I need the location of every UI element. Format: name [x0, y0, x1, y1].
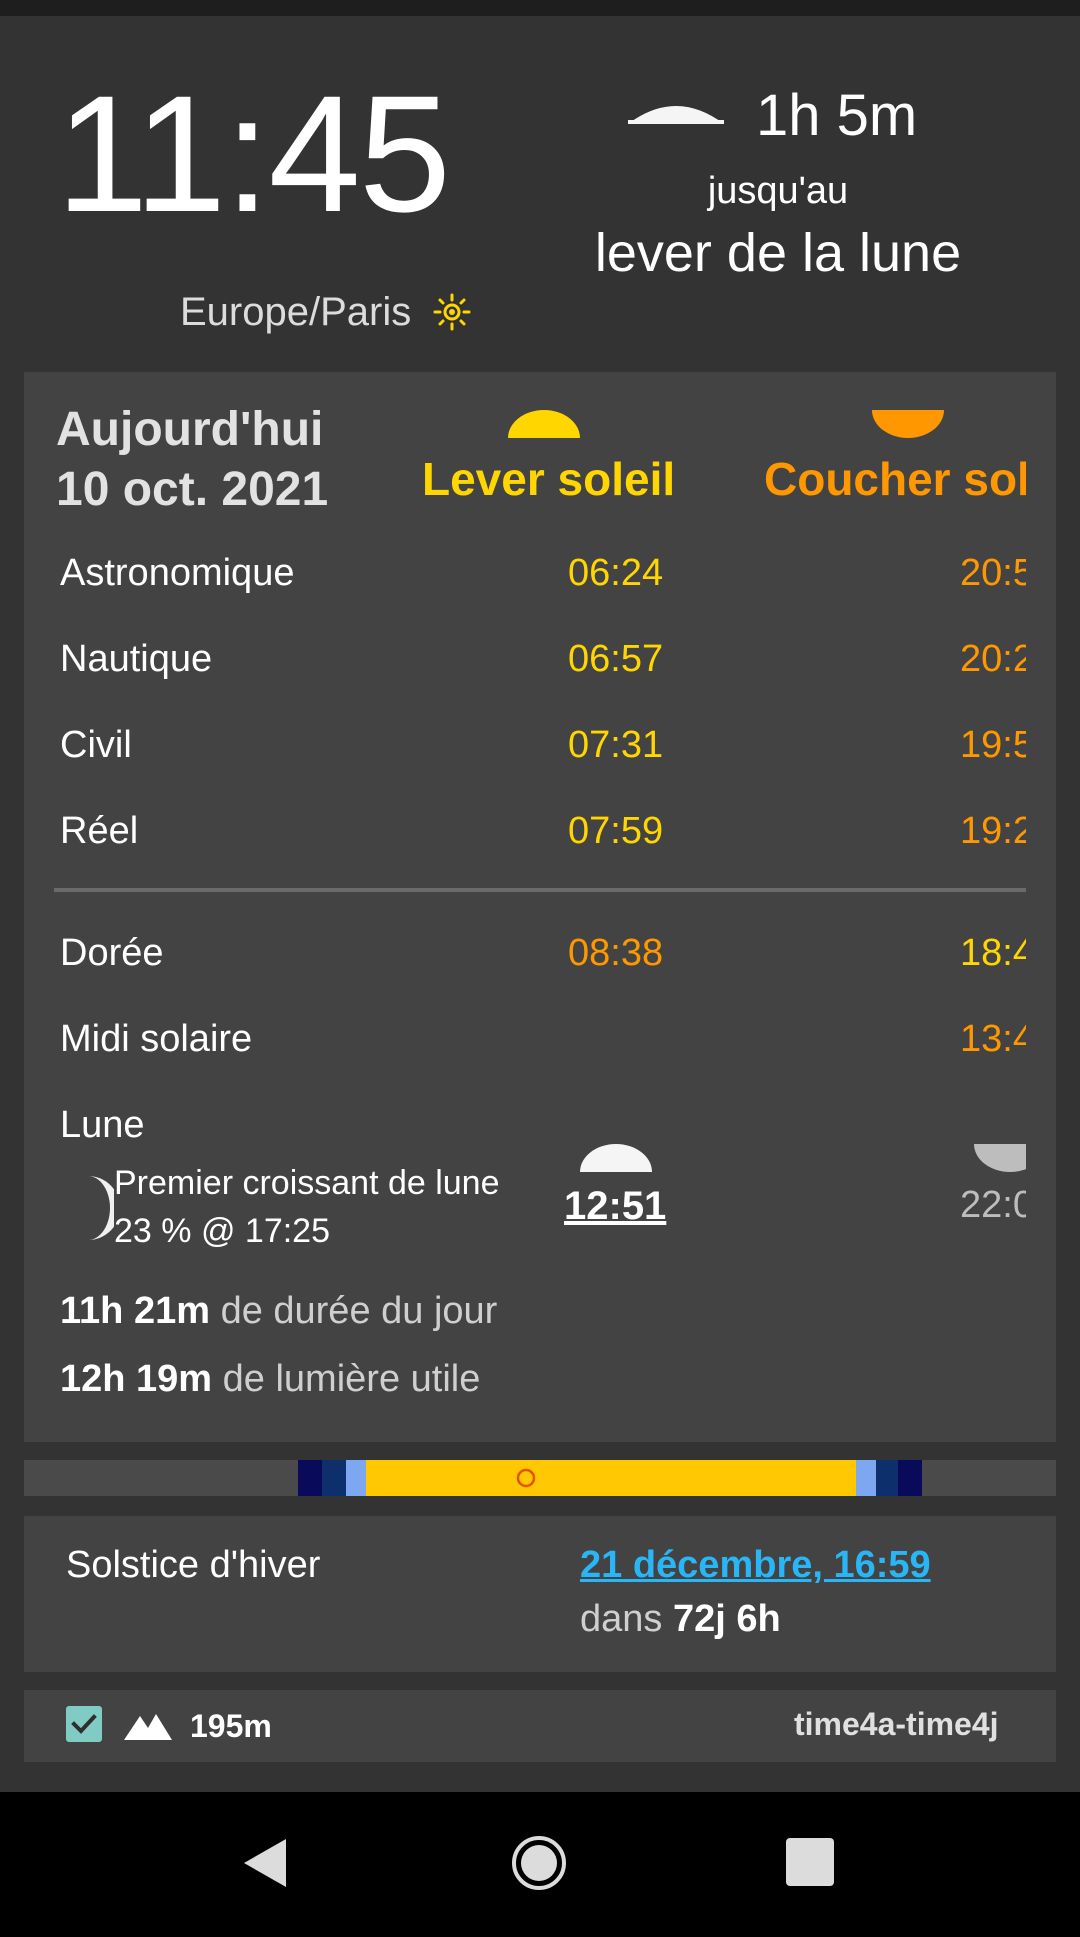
nautical-set: 20:2	[960, 638, 1026, 680]
solstice-label: Solstice d'hiver	[66, 1544, 321, 1586]
bar-astronomical-segment-evening	[876, 1460, 898, 1496]
useful-light-text: de lumière utile	[222, 1358, 481, 1400]
solstice-card: Solstice d'hiver 21 décembre, 16:59 dans…	[24, 1516, 1056, 1672]
next-event-label: lever de la lune	[594, 223, 962, 283]
useful-light: 12h 19m de lumière utile	[60, 1358, 480, 1401]
elevation: 195m	[190, 1708, 272, 1744]
nautical-rise: 06:57	[568, 638, 664, 680]
navigation-bar	[0, 1792, 1080, 1937]
moon-phase-icon	[88, 1176, 114, 1240]
solar-noon-time: 13:4	[960, 1018, 1026, 1060]
day-length: 11h 21m de durée du jour	[60, 1290, 497, 1333]
row-label-solar-noon: Midi solaire	[60, 1018, 253, 1060]
civil-rise: 07:31	[568, 724, 664, 766]
astronomical-rise: 06:24	[568, 552, 664, 594]
bar-night-segment	[298, 1460, 322, 1496]
actual-rise: 07:59	[568, 810, 664, 852]
solstice-countdown: dans 72j 6h	[580, 1598, 781, 1641]
day-length-text: de durée du jour	[220, 1290, 498, 1332]
bar-astronomical-segment	[322, 1460, 346, 1496]
row-label-golden: Dorée	[60, 932, 164, 974]
day-length-value: 11h 21m	[60, 1290, 210, 1332]
sun-settings-icon[interactable]	[432, 292, 472, 332]
until-label: jusqu'au	[707, 170, 849, 212]
actual-set: 19:2	[960, 810, 1026, 852]
moon-phase-name: Premier croissant de lune	[114, 1164, 500, 1202]
solstice-date-link[interactable]: 21 décembre, 16:59	[580, 1544, 931, 1587]
bar-day-segment	[366, 1460, 856, 1496]
row-label-astronomical: Astronomique	[60, 552, 295, 594]
solstice-in-value: 72j 6h	[672, 1598, 781, 1640]
mountain-icon	[124, 1714, 172, 1740]
moonrise-small-icon	[580, 1144, 652, 1172]
bar-night-segment-evening	[898, 1460, 922, 1496]
today-label: Aujourd'hui	[56, 403, 324, 456]
recents-icon[interactable]	[786, 1838, 834, 1886]
sun-times-scroll-area[interactable]: Aujourd'hui 10 oct. 2021 Lever soleil Co…	[24, 372, 1026, 1442]
useful-light-value: 12h 19m	[60, 1358, 213, 1400]
moonrise-time[interactable]: 12:51	[564, 1184, 666, 1229]
row-label-nautical: Nautique	[60, 638, 213, 680]
moonrise-icon	[628, 106, 724, 124]
sunrise-icon	[508, 410, 580, 438]
golden-set: 18:4	[960, 932, 1026, 974]
clock: 11:45	[56, 62, 451, 247]
row-label-moon: Lune	[60, 1104, 145, 1146]
sunset-column-title: Coucher soleil	[764, 453, 1026, 505]
moonset-time: 22:0	[960, 1184, 1026, 1226]
golden-rise: 08:38	[568, 932, 664, 974]
row-label-civil: Civil	[60, 724, 132, 766]
back-icon[interactable]	[240, 1836, 290, 1890]
location-checkbox[interactable]	[66, 1706, 102, 1742]
moon-illumination: 23 % @ 17:25	[114, 1212, 330, 1250]
divider	[54, 888, 1026, 892]
provider-label[interactable]: time4a-time4j	[794, 1706, 999, 1743]
moonset-icon	[974, 1144, 1026, 1172]
home-icon[interactable]	[510, 1834, 568, 1892]
row-label-actual: Réel	[60, 810, 139, 852]
bar-civil-segment	[346, 1460, 366, 1496]
date-heading[interactable]: Aujourd'hui 10 oct. 2021	[56, 400, 328, 520]
daylight-bar[interactable]	[24, 1460, 1056, 1496]
countdown: 1h 5m	[756, 83, 918, 148]
sunset-icon	[872, 410, 944, 438]
check-icon	[71, 1714, 97, 1734]
civil-set: 19:5	[960, 724, 1026, 766]
footer-bar: 195m time4a-time4j	[24, 1690, 1056, 1762]
sunrise-column-title: Lever soleil	[422, 453, 676, 505]
status-bar	[0, 0, 1080, 16]
timezone-label[interactable]: Europe/Paris	[180, 290, 411, 335]
astronomical-set: 20:5	[960, 552, 1026, 594]
sun-times-card: Aujourd'hui 10 oct. 2021 Lever soleil Co…	[24, 372, 1056, 1442]
current-time-marker-icon	[516, 1468, 536, 1488]
solstice-in-text: dans	[580, 1598, 663, 1640]
bar-civil-segment-evening	[856, 1460, 876, 1496]
date-label: 10 oct. 2021	[56, 463, 329, 516]
